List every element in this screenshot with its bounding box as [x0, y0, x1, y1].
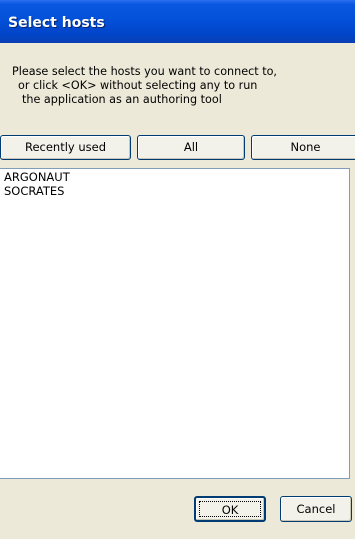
host-item-argonaut[interactable]: ARGONAUT: [4, 170, 349, 184]
title-bar[interactable]: Select hosts: [0, 0, 355, 43]
select-hosts-dialog: Select hosts Please select the hosts you…: [0, 0, 355, 539]
focus-ring: [199, 501, 261, 517]
instruction-line-2: or click <OK> without selecting any to r…: [18, 79, 258, 92]
host-item-socrates[interactable]: SOCRATES: [4, 184, 349, 198]
instruction-line-1: Please select the hosts you want to conn…: [12, 65, 277, 78]
recently-used-button[interactable]: Recently used: [0, 135, 131, 160]
select-none-button[interactable]: None: [251, 135, 355, 160]
dialog-title: Select hosts: [8, 15, 105, 31]
ok-button[interactable]: OK: [194, 496, 266, 522]
instructions-text: Please select the hosts you want to conn…: [12, 65, 342, 107]
host-list[interactable]: ARGONAUT SOCRATES: [0, 168, 350, 479]
select-all-button[interactable]: All: [137, 135, 245, 160]
instruction-line-3: the application as an authoring tool: [22, 93, 222, 106]
cancel-button[interactable]: Cancel: [280, 496, 352, 522]
